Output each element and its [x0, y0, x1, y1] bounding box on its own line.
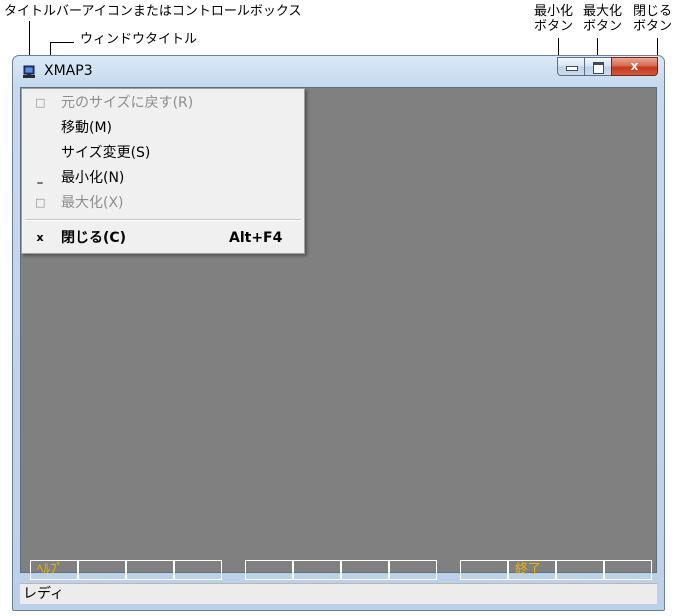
- maximize-button-annotation: 最大化 ボタン: [583, 4, 623, 34]
- title-bar[interactable]: XMAP3 x: [13, 56, 664, 88]
- restore-icon: □: [35, 96, 46, 109]
- close-icon: x: [630, 59, 639, 73]
- caption-buttons: x: [557, 57, 658, 77]
- minimize-icon: [566, 66, 578, 71]
- fkey-3[interactable]: [126, 560, 174, 580]
- close-button[interactable]: x: [611, 57, 658, 76]
- close-accelerator: Alt+F4: [229, 230, 283, 246]
- fkey-help[interactable]: ﾍﾙﾌﾟ: [30, 560, 78, 580]
- maximize-icon: [593, 62, 604, 74]
- fkey-exit[interactable]: 終了: [508, 560, 556, 580]
- fkey-12[interactable]: [604, 560, 652, 580]
- minimize-button[interactable]: [557, 57, 584, 76]
- fkey-9[interactable]: [460, 560, 508, 580]
- window-title-leader-h: [50, 42, 74, 43]
- fkey-2[interactable]: [78, 560, 126, 580]
- menu-item-minimize[interactable]: _ 最小化(N): [22, 167, 304, 189]
- menu-item-close[interactable]: x 閉じる(C) Alt+F4: [22, 227, 304, 249]
- menu-item-move[interactable]: 移動(M): [22, 117, 304, 139]
- minimize-menu-icon: _: [37, 171, 43, 184]
- fkey-4[interactable]: [174, 560, 222, 580]
- menu-separator: [25, 219, 301, 221]
- window-title: XMAP3: [44, 63, 93, 79]
- fkey-6[interactable]: [293, 560, 341, 580]
- minimize-button-annotation: 最小化 ボタン: [534, 4, 574, 34]
- status-bar: レディ: [20, 583, 657, 604]
- close-menu-icon: x: [36, 231, 44, 244]
- menu-item-size[interactable]: サイズ変更(S): [22, 142, 304, 164]
- close-button-annotation: 閉じる ボタン: [633, 4, 673, 34]
- maximize-menu-icon: □: [35, 196, 46, 209]
- status-text: レディ: [23, 586, 65, 602]
- window-title-annotation: ウィンドウタイトル: [80, 32, 198, 47]
- fkey-7[interactable]: [341, 560, 389, 580]
- fkey-11[interactable]: [556, 560, 604, 580]
- menu-item-restore[interactable]: □ 元のサイズに戻す(R): [22, 92, 304, 114]
- control-box-annotation: タイトルバーアイコンまたはコントロールボックス: [4, 4, 302, 19]
- maximize-button[interactable]: [584, 57, 611, 76]
- application-window: XMAP3 x □ 元のサイズに戻す(R) 移動(M) サイズ変更(S) _ 最…: [12, 55, 665, 611]
- app-icon[interactable]: [22, 64, 36, 78]
- system-menu: □ 元のサイズに戻す(R) 移動(M) サイズ変更(S) _ 最小化(N) □ …: [21, 88, 305, 254]
- fkey-5[interactable]: [245, 560, 293, 580]
- fkey-8[interactable]: [389, 560, 437, 580]
- menu-item-maximize[interactable]: □ 最大化(X): [22, 192, 304, 214]
